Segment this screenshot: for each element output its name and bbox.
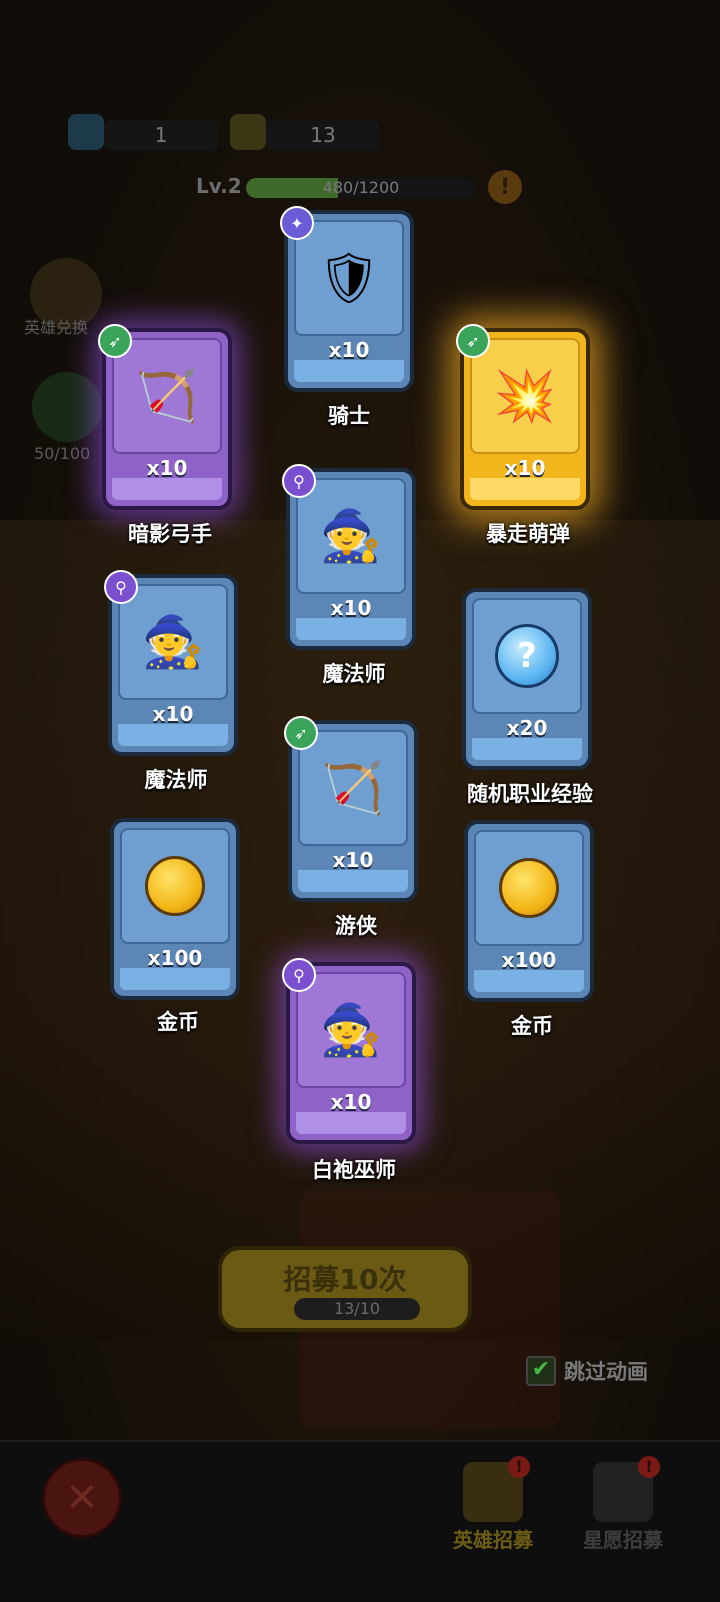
bow-icon: ➶ <box>98 324 132 358</box>
alert-icon[interactable]: ! <box>488 170 522 204</box>
card-count: x100 <box>147 946 203 970</box>
shadow-archer-portrait: 🏹 <box>112 338 222 454</box>
player-level: Lv.2 <box>196 174 242 198</box>
close-icon[interactable]: ✕ <box>42 1458 122 1538</box>
card-name: 魔法师 <box>322 662 386 686</box>
skip-animation-label: 跳过动画 <box>564 1360 648 1384</box>
paw-icon: ✦ <box>280 206 314 240</box>
card-count: x10 <box>332 848 374 872</box>
star-icon[interactable] <box>32 372 102 442</box>
tab-label: 英雄招募 <box>453 1528 533 1552</box>
card-count: x10 <box>330 1090 372 1114</box>
card-name: 金币 <box>511 1014 553 1038</box>
card-count: x10 <box>504 456 546 480</box>
tab-label: 星愿招募 <box>583 1528 663 1552</box>
reward-card-knight[interactable]: 🛡 x10 ✦ <box>280 206 414 392</box>
checkbox-checked-icon[interactable]: ✔ <box>526 1356 556 1386</box>
card-count: x10 <box>146 456 188 480</box>
mage-portrait: 🧙 <box>296 478 406 594</box>
wand-icon: ⚲ <box>104 570 138 604</box>
gold-coin-icon <box>145 856 205 916</box>
notification-badge: ! <box>508 1456 530 1478</box>
hero-exchange-label: 英雄兑换 <box>24 318 89 337</box>
reward-card-random-exp[interactable]: ? x20 <box>462 588 592 770</box>
card-count: x20 <box>506 716 548 740</box>
card-name: 金币 <box>157 1010 199 1034</box>
wand-icon: ⚲ <box>282 958 316 992</box>
bow-icon: ➶ <box>284 716 318 750</box>
exp-text: 480/1200 <box>322 178 400 197</box>
card-name: 骑士 <box>328 404 370 428</box>
question-orb-container: ? <box>472 598 582 714</box>
tab-hero-recruit[interactable]: ! 英雄招募 <box>438 1452 548 1562</box>
gold-coin-icon <box>499 858 559 918</box>
card-fold <box>294 360 404 382</box>
reward-card-ranger[interactable]: 🏹 x10 ➶ <box>284 716 418 902</box>
card-fold <box>296 1112 406 1134</box>
gem-icon[interactable] <box>68 114 104 150</box>
gunner-portrait: 💥 <box>470 338 580 454</box>
card-name: 暴走萌弹 <box>486 522 570 546</box>
recruit-10-button[interactable]: 招募10次 13/10 <box>218 1246 472 1332</box>
knight-portrait: 🛡 <box>294 220 404 336</box>
reward-card-mage[interactable]: 🧙 x10 ⚲ <box>282 464 416 650</box>
card-name: 游侠 <box>335 914 377 938</box>
reward-card-mage[interactable]: 🧙 x10 ⚲ <box>104 570 238 756</box>
wand-icon: ⚲ <box>282 464 316 498</box>
card-name: 随机职业经验 <box>467 782 593 806</box>
coin-container <box>120 828 230 944</box>
notification-badge: ! <box>638 1456 660 1478</box>
skip-animation-toggle[interactable]: ✔ 跳过动画 <box>526 1356 648 1386</box>
card-fold <box>112 478 222 500</box>
card-fold <box>118 724 228 746</box>
reward-card-white-wizard[interactable]: 🧙 x10 ⚲ <box>282 958 416 1144</box>
bow-icon: ➶ <box>456 324 490 358</box>
card-fold <box>298 870 408 892</box>
coin-container <box>474 830 584 946</box>
reward-card-shadow-archer[interactable]: 🏹 x10 ➶ <box>98 324 232 510</box>
ticket-icon[interactable] <box>230 114 266 150</box>
ticket-counter: 13 <box>266 120 380 150</box>
gem-counter: 1 <box>104 120 218 150</box>
mage-portrait: 🧙 <box>118 584 228 700</box>
card-count: x10 <box>152 702 194 726</box>
recruit-ticket-progress: 13/10 <box>294 1298 420 1320</box>
card-count: x10 <box>330 596 372 620</box>
reward-card-gold[interactable]: x100 <box>110 818 240 1000</box>
card-fold <box>296 618 406 640</box>
reward-card-gunner[interactable]: 💥 x10 ➶ <box>456 324 590 510</box>
ranger-portrait: 🏹 <box>298 730 408 846</box>
card-fold <box>470 478 580 500</box>
card-count: x100 <box>501 948 557 972</box>
star-progress: 50/100 <box>34 444 91 463</box>
card-name: 白袍巫师 <box>312 1158 396 1182</box>
reward-card-gold[interactable]: x100 <box>464 820 594 1002</box>
card-fold <box>120 968 230 990</box>
card-fold <box>474 970 584 992</box>
tab-wish-recruit[interactable]: ! 星愿招募 <box>568 1452 678 1562</box>
card-count: x10 <box>328 338 370 362</box>
recruit-button-label: 招募10次 <box>283 1263 407 1296</box>
card-name: 暗影弓手 <box>128 522 212 546</box>
card-fold <box>472 738 582 760</box>
white-wizard-portrait: 🧙 <box>296 972 406 1088</box>
card-name: 魔法师 <box>144 768 208 792</box>
question-orb-icon: ? <box>495 624 559 688</box>
